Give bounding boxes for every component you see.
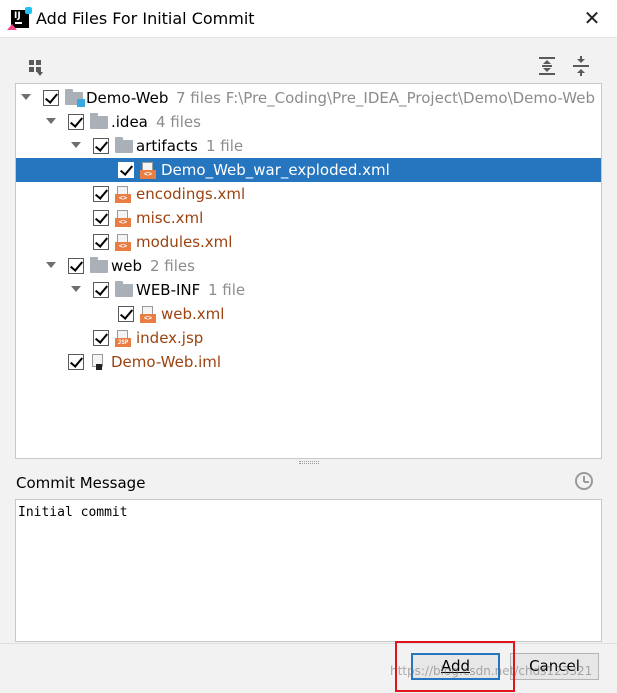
include-checkbox[interactable] xyxy=(93,234,109,250)
tree-item-meta: 1 file xyxy=(206,137,244,155)
tree-row[interactable]: <> web.xml xyxy=(16,302,601,326)
tree-item-label: modules.xml xyxy=(136,233,233,251)
tree-row[interactable]: <> encodings.xml xyxy=(16,182,601,206)
include-checkbox[interactable] xyxy=(68,114,84,130)
include-checkbox[interactable] xyxy=(68,258,84,274)
tree-row[interactable]: Demo-Web 7 files F:\Pre_Coding\Pre_IDEA_P… xyxy=(16,86,601,110)
group-by-icon[interactable] xyxy=(29,58,49,78)
include-checkbox[interactable] xyxy=(118,306,134,322)
tree-item-meta: 4 files xyxy=(156,113,201,131)
xml-file-icon: <> xyxy=(140,162,156,180)
splitter-handle[interactable] xyxy=(299,461,319,464)
include-checkbox[interactable] xyxy=(93,330,109,346)
tree-row[interactable]: .idea 4 files xyxy=(16,110,601,134)
tree-row[interactable]: web 2 files xyxy=(16,254,601,278)
tree-row[interactable]: <> Demo_Web_war_exploded.xml xyxy=(16,158,601,182)
tree-item-label: Demo-Web xyxy=(86,89,169,107)
tree-item-label: WEB-INF xyxy=(136,281,201,299)
tree-row[interactable]: <> modules.xml xyxy=(16,230,601,254)
module-folder-icon xyxy=(65,89,85,107)
jsp-file-icon: JSP xyxy=(115,330,131,348)
include-checkbox[interactable] xyxy=(93,186,109,202)
folder-icon xyxy=(90,257,108,273)
tree-item-meta: 1 file xyxy=(208,281,246,299)
tree-item-label: misc.xml xyxy=(136,209,204,227)
xml-file-icon: <> xyxy=(115,186,131,204)
tree-row[interactable]: <> misc.xml xyxy=(16,206,601,230)
expand-toggle-icon[interactable] xyxy=(46,262,56,268)
include-checkbox[interactable] xyxy=(68,354,84,370)
xml-file-icon: <> xyxy=(140,306,156,324)
expand-toggle-icon[interactable] xyxy=(46,118,56,124)
tree-row[interactable]: WEB-INF 1 file xyxy=(16,278,601,302)
tree-row[interactable]: artifacts 1 file xyxy=(16,134,601,158)
tree-item-label: Demo-Web.iml xyxy=(111,353,222,371)
include-checkbox[interactable] xyxy=(43,90,59,106)
tree-item-meta: 7 files F:\Pre_Coding\Pre_IDEA_Project\D… xyxy=(176,89,595,107)
title-bar: Add Files For Initial Commit ✕ xyxy=(0,0,617,38)
dialog-title: Add Files For Initial Commit xyxy=(36,9,255,28)
tree-item-label: web xyxy=(111,257,143,275)
collapse-all-icon[interactable] xyxy=(572,56,590,76)
changed-files-tree[interactable]: Demo-Web 7 files F:\Pre_Coding\Pre_IDEA_P… xyxy=(15,83,602,459)
watermark-text: https://blog.csdn.net/chds123321 xyxy=(390,664,593,678)
tree-item-label: Demo_Web_war_exploded.xml xyxy=(161,161,390,179)
intellij-app-icon xyxy=(7,7,32,30)
tree-item-label: .idea xyxy=(111,113,148,131)
close-button[interactable]: ✕ xyxy=(581,7,603,29)
tree-item-label: web.xml xyxy=(161,305,225,323)
include-checkbox[interactable] xyxy=(93,282,109,298)
xml-file-icon: <> xyxy=(115,210,131,228)
tree-item-meta: 2 files xyxy=(150,257,195,275)
commit-message-label: Commit Message xyxy=(16,474,146,492)
iml-file-icon xyxy=(90,354,106,372)
commit-message-input[interactable]: Initial commit xyxy=(15,499,602,642)
include-checkbox[interactable] xyxy=(118,162,134,178)
expand-toggle-icon[interactable] xyxy=(71,286,81,292)
expand-toggle-icon[interactable] xyxy=(71,142,81,148)
tree-item-label: encodings.xml xyxy=(136,185,246,203)
tree-item-label: index.jsp xyxy=(136,329,204,347)
tree-row[interactable]: JSP index.jsp xyxy=(16,326,601,350)
include-checkbox[interactable] xyxy=(93,138,109,154)
tree-item-label: artifacts xyxy=(136,137,198,155)
footer-divider xyxy=(0,643,617,644)
clock-icon[interactable] xyxy=(575,472,593,490)
expand-all-icon[interactable] xyxy=(538,56,556,76)
folder-icon xyxy=(115,137,133,153)
tree-row[interactable]: Demo-Web.iml xyxy=(16,350,601,374)
folder-icon xyxy=(90,113,108,129)
xml-file-icon: <> xyxy=(115,234,131,252)
folder-icon xyxy=(115,281,133,297)
expand-toggle-icon[interactable] xyxy=(21,94,31,100)
include-checkbox[interactable] xyxy=(93,210,109,226)
